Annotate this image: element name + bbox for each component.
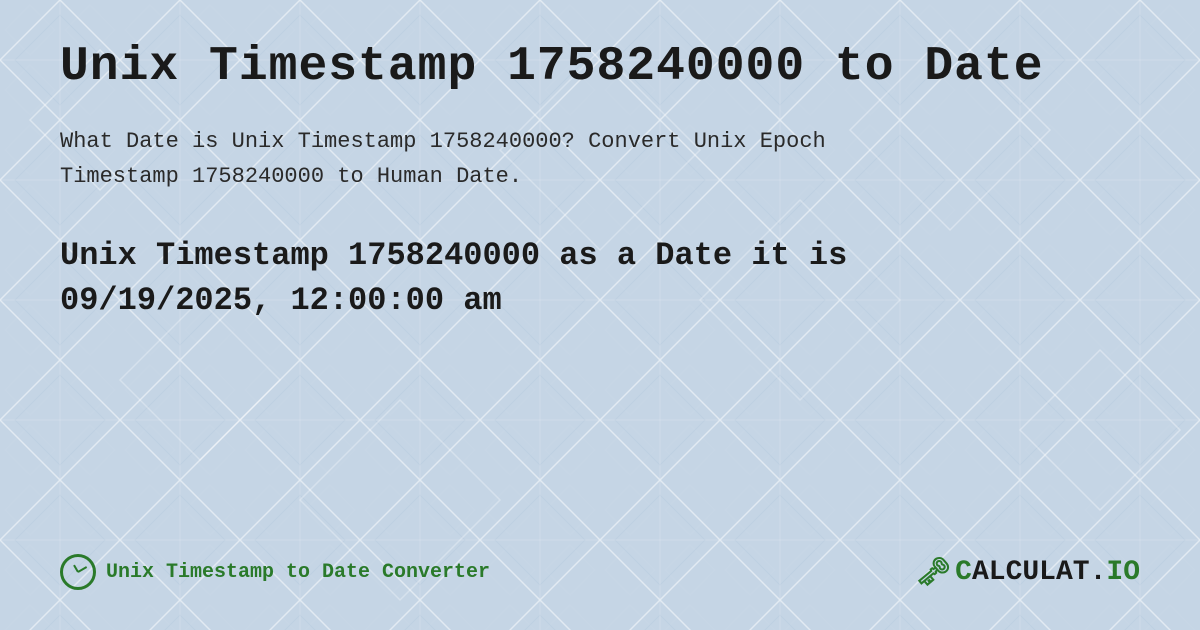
site-logo[interactable]: 🗝︎ CALCULAT.IO (916, 555, 1140, 590)
page-title: Unix Timestamp 1758240000 to Date (60, 40, 1140, 94)
result-text: Unix Timestamp 1758240000 as a Date it i… (60, 234, 1140, 324)
bottom-bar: Unix Timestamp to Date Converter 🗝︎ CALC… (60, 534, 1140, 590)
clock-icon (60, 554, 96, 590)
converter-link[interactable]: Unix Timestamp to Date Converter (60, 554, 490, 590)
converter-label: Unix Timestamp to Date Converter (106, 561, 490, 584)
logo-text: CALCULAT.IO (955, 557, 1140, 588)
description-text: What Date is Unix Timestamp 1758240000? … (60, 124, 1140, 194)
logo-icon: 🗝︎ (916, 555, 952, 590)
result-section: Unix Timestamp 1758240000 as a Date it i… (60, 234, 1140, 324)
